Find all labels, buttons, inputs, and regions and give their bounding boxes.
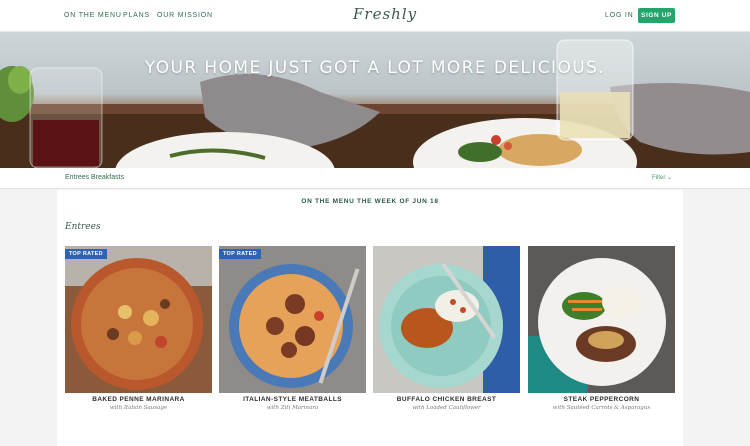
- hero-banner: YOUR HOME JUST GOT A LOT MORE DELICIOUS.: [0, 32, 750, 168]
- freshly-logo[interactable]: Freshly: [353, 5, 417, 23]
- top-nav: ON THE MENU PLANS OUR MISSION Freshly LO…: [0, 0, 750, 32]
- meal-subtitle: with Loaded Cauliflower: [412, 405, 481, 411]
- meal-name[interactable]: STEAK PEPPERCORN: [528, 396, 675, 403]
- meal-card[interactable]: STEAK PEPPERCORN with Sautéed Carrots & …: [528, 246, 675, 411]
- meal-subtitle: with Ziti Marinara: [266, 405, 319, 411]
- hero-food-illustration: [0, 39, 750, 168]
- steak-peppercorn-image: [528, 246, 675, 393]
- meal-name[interactable]: ITALIAN-STYLE MEATBALLS: [219, 396, 366, 403]
- week-title: ON THE MENU THE WEEK OF JUN 18: [301, 198, 439, 205]
- meal-name[interactable]: BUFFALO CHICKEN BREAST: [373, 396, 520, 403]
- meal-photo[interactable]: TOP RATED: [219, 246, 366, 393]
- tab-entrees[interactable]: Entrees: [65, 174, 89, 181]
- section-title: Entrees: [65, 222, 101, 232]
- login-link[interactable]: LOG IN: [605, 12, 634, 19]
- nav-plans[interactable]: PLANS: [123, 12, 150, 19]
- meal-card[interactable]: TOP RATED BAKED PENNE MARINARA with Ital…: [65, 246, 212, 411]
- top-rated-badge: TOP RATED: [219, 249, 261, 259]
- meal-name[interactable]: BAKED PENNE MARINARA: [65, 396, 212, 403]
- filter-dropdown[interactable]: Filter ⌄: [652, 174, 672, 181]
- filter-label: Filter: [652, 175, 666, 181]
- chevron-down-icon: ⌄: [667, 175, 673, 181]
- buffalo-chicken-image: [373, 246, 520, 393]
- meal-subtitle: with Sautéed Carrots & Asparagus: [552, 405, 651, 411]
- meal-photo[interactable]: [528, 246, 675, 393]
- meal-card[interactable]: TOP RATED ITALIAN-STYLE MEATBALLS with Z…: [219, 246, 366, 411]
- nav-our-mission[interactable]: OUR MISSION: [157, 12, 213, 19]
- meal-subtitle: with Italian Sausage: [109, 405, 168, 411]
- meatballs-image: [219, 246, 366, 393]
- tab-breakfasts[interactable]: Breakfasts: [91, 174, 124, 181]
- meal-photo[interactable]: TOP RATED: [65, 246, 212, 393]
- menu-panel: ON THE MENU THE WEEK OF JUN 18 Entrees T…: [57, 190, 683, 446]
- meal-card[interactable]: BUFFALO CHICKEN BREAST with Loaded Cauli…: [373, 246, 520, 411]
- nav-on-the-menu[interactable]: ON THE MENU: [64, 12, 122, 19]
- top-rated-badge: TOP RATED: [65, 249, 107, 259]
- baked-penne-image: [65, 246, 212, 393]
- hero-headline: YOUR HOME JUST GOT A LOT MORE DELICIOUS.: [144, 58, 606, 78]
- category-filter-bar: Entrees Breakfasts Filter ⌄: [0, 168, 750, 189]
- meal-photo[interactable]: [373, 246, 520, 393]
- signup-button[interactable]: SIGN UP: [638, 8, 675, 23]
